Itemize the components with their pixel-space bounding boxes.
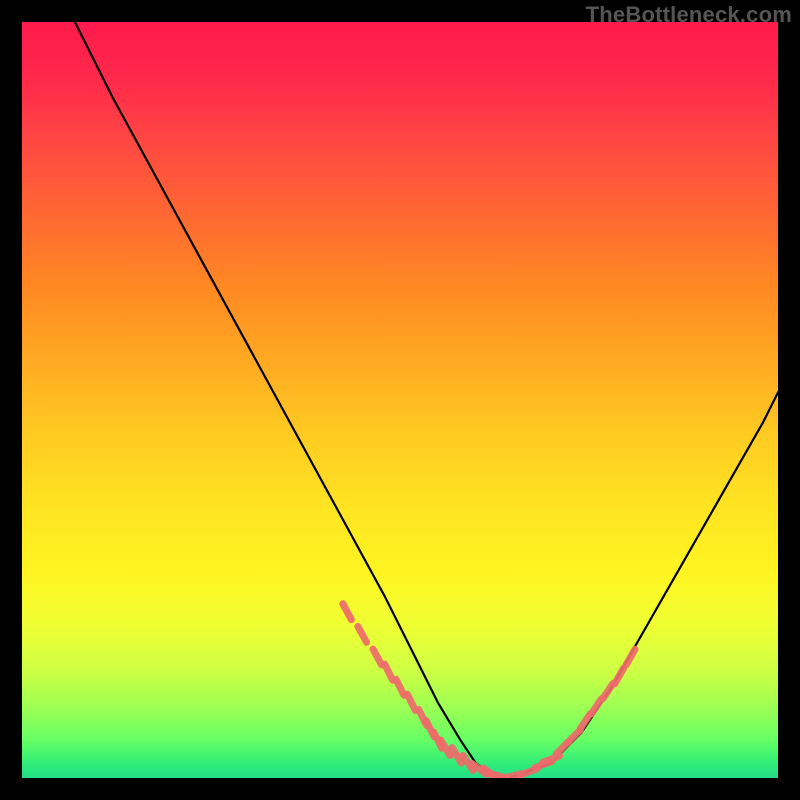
plot-area <box>22 22 778 778</box>
curve-line <box>75 22 778 778</box>
chart-frame: TheBottleneck.com <box>0 0 800 800</box>
watermark: TheBottleneck.com <box>586 2 792 28</box>
chart-svg <box>22 22 778 778</box>
tick-marks <box>343 604 635 778</box>
